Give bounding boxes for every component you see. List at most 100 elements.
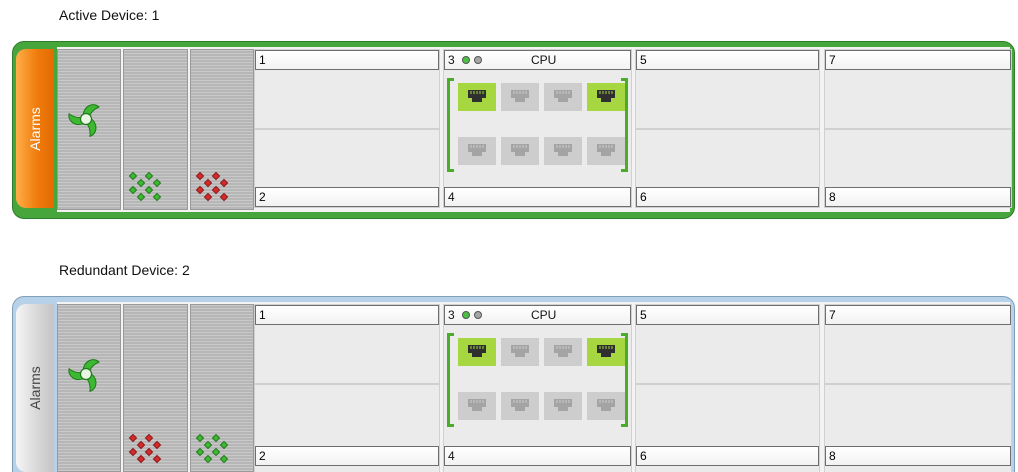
status-led-green [211, 447, 220, 457]
status-led-green [203, 454, 212, 464]
alarms-tab[interactable]: Alarms [16, 49, 54, 208]
cpu-label: CPU [531, 308, 557, 322]
led-grid-red [195, 171, 228, 202]
ethernet-port-icon [553, 344, 573, 361]
slot-2[interactable]: 2 [254, 384, 440, 472]
slot-7[interactable]: 7 [824, 304, 1012, 384]
status-led-red [129, 447, 138, 457]
status-led-red [153, 440, 162, 450]
slot-8[interactable]: 8 [824, 129, 1012, 208]
status-led-red [203, 192, 212, 202]
fan-module-2[interactable] [123, 49, 188, 210]
ethernet-port-icon [553, 143, 573, 160]
ethernet-port-idle[interactable] [458, 392, 496, 420]
status-led-red [195, 185, 204, 195]
port-row-bottom [458, 392, 625, 420]
status-led-green [129, 185, 138, 195]
ethernet-port-icon [596, 89, 616, 106]
led-grid-green [195, 433, 228, 464]
ethernet-port-icon [553, 89, 573, 106]
fan-module-2[interactable] [123, 304, 188, 472]
status-led-red [145, 447, 154, 457]
status-led-green [203, 440, 212, 450]
slot-1[interactable]: 1 [254, 49, 440, 129]
status-led-green [145, 185, 154, 195]
slot-7[interactable]: 7 [824, 49, 1012, 129]
slot-label: 2 [255, 187, 439, 207]
ethernet-port-idle[interactable] [501, 338, 539, 366]
ethernet-port-icon [510, 143, 530, 160]
slot-label: 4 [444, 187, 631, 207]
fan-module-1[interactable] [57, 304, 122, 472]
status-led-red [145, 433, 154, 443]
status-led-red [203, 178, 212, 188]
ethernet-port-active[interactable] [587, 83, 625, 111]
slot-8[interactable]: 8 [824, 384, 1012, 472]
status-led-green [211, 433, 220, 443]
alarms-tab-label: Alarms [27, 106, 43, 151]
slot-label: 8 [825, 446, 1011, 466]
status-led-green [219, 440, 228, 450]
status-led-green [129, 171, 138, 181]
slot-label: 4 [444, 446, 631, 466]
status-led-green [137, 178, 146, 188]
ethernet-port-idle[interactable] [501, 392, 539, 420]
ethernet-port-idle[interactable] [458, 137, 496, 165]
fan-module-1[interactable] [57, 49, 122, 210]
status-led-red [153, 454, 162, 464]
active-device-panel: Alarms 1 2 3 CPU 4 5 6 7 8 [12, 41, 1015, 219]
status-led-green [145, 171, 154, 181]
alarms-tab[interactable]: Alarms [16, 304, 54, 472]
ethernet-port-idle[interactable] [587, 392, 625, 420]
slot-label: 7 [825, 50, 1011, 70]
ethernet-port-idle[interactable] [544, 137, 582, 165]
slot-5[interactable]: 5 [635, 49, 820, 129]
ethernet-port-active[interactable] [458, 338, 496, 366]
ethernet-port-icon [467, 89, 487, 106]
ethernet-port-icon [510, 344, 530, 361]
status-led-green [153, 178, 162, 188]
status-led-gray [474, 56, 482, 64]
port-row-bottom [458, 137, 625, 165]
status-led-green [462, 56, 470, 64]
slot-5[interactable]: 5 [635, 304, 820, 384]
cpu-header: 3 CPU [444, 50, 631, 70]
ethernet-port-icon [467, 398, 487, 415]
active-device-title: Active Device: 1 [59, 7, 160, 23]
status-led-green [462, 311, 470, 319]
port-row-top [458, 83, 625, 111]
slot-6[interactable]: 6 [635, 129, 820, 208]
status-led-red [137, 440, 146, 450]
ethernet-port-idle[interactable] [544, 83, 582, 111]
slot-label: 6 [636, 187, 819, 207]
status-led-red [129, 433, 138, 443]
slot-1[interactable]: 1 [254, 304, 440, 384]
ethernet-port-active[interactable] [458, 83, 496, 111]
status-led-red [211, 185, 220, 195]
cpu-module[interactable]: 3 CPU 4 [443, 49, 632, 208]
fan-tray [57, 304, 254, 472]
ethernet-port-idle[interactable] [544, 338, 582, 366]
status-led-red [211, 171, 220, 181]
ethernet-port-idle[interactable] [501, 137, 539, 165]
ethernet-port-icon [596, 344, 616, 361]
ethernet-port-idle[interactable] [501, 83, 539, 111]
slot-label: 6 [636, 446, 819, 466]
slot-label: 3 [448, 308, 455, 322]
ethernet-port-idle[interactable] [587, 137, 625, 165]
fan-module-3[interactable] [189, 304, 254, 472]
slot-label: 1 [255, 50, 439, 70]
ethernet-port-icon [510, 89, 530, 106]
ethernet-port-idle[interactable] [544, 392, 582, 420]
slot-2[interactable]: 2 [254, 129, 440, 208]
slot-label: 8 [825, 187, 1011, 207]
slot-label: 3 [448, 53, 455, 67]
ethernet-port-active[interactable] [587, 338, 625, 366]
slot-label: 5 [636, 305, 819, 325]
fan-status-icon [66, 354, 106, 397]
slot-label: 7 [825, 305, 1011, 325]
slot-6[interactable]: 6 [635, 384, 820, 472]
fan-module-3[interactable] [189, 49, 254, 210]
slot-label: 2 [255, 446, 439, 466]
cpu-module[interactable]: 3 CPU 4 [443, 304, 632, 472]
